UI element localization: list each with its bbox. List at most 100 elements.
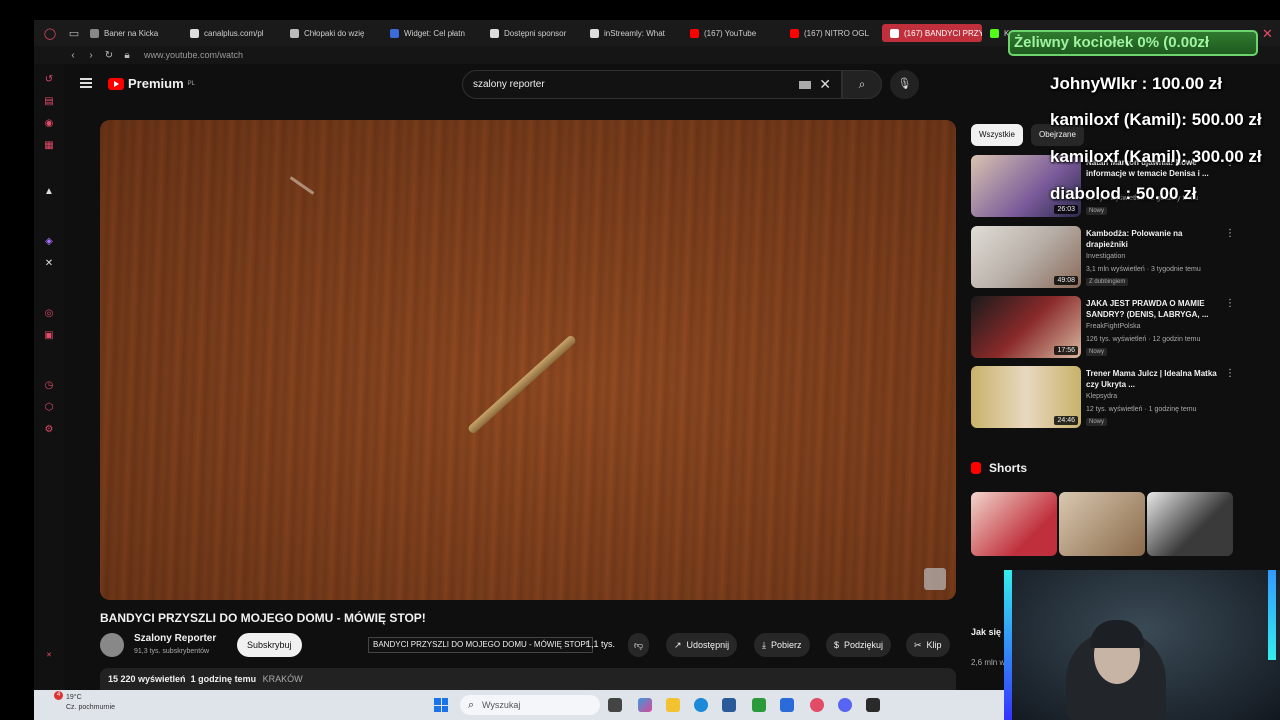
sidebar-twitch-icon[interactable]: ◈ [43, 236, 55, 248]
keyboard-icon[interactable] [799, 80, 812, 89]
tab-label: canalplus.com/pl [204, 28, 264, 38]
recommendation-channel[interactable]: Klepsydra [1086, 393, 1117, 400]
sidebar-news-icon[interactable]: ▦ [43, 140, 55, 152]
dislike-button[interactable]: 👎︎ [628, 633, 650, 657]
recommendation-title[interactable]: Kambodża: Polowanie na drapieżniki [1086, 228, 1226, 250]
tab-8-active[interactable]: (167) BANDYCI PRZY [882, 24, 982, 42]
clear-search-icon[interactable]: ✕ [819, 76, 831, 93]
dubbing-badge: Z dubbingiem [1086, 278, 1129, 286]
tab-4[interactable]: Dostępni sponsor [482, 20, 582, 46]
sidebar-messenger-icon[interactable]: ◉ [43, 118, 55, 130]
copilot-icon[interactable] [638, 698, 652, 712]
subscribe-button[interactable]: Subskrybuj [237, 633, 302, 657]
like-count[interactable]: 1,1 tys. [586, 639, 615, 649]
recommendation-item[interactable]: 17:56 JAKA JEST PRAWDA O MAMIE SANDRY? (… [971, 296, 1241, 360]
opera-logo-icon[interactable]: ◯ [42, 27, 58, 40]
tab-label: Widget: Cel płatn [404, 28, 465, 38]
thanks-button[interactable]: $ Podziękuj [826, 633, 892, 657]
chip-all[interactable]: Wszystkie [971, 124, 1023, 146]
tab-1[interactable]: canalplus.com/pl [182, 20, 282, 46]
recommendation-item[interactable]: 49:08 Kambodża: Polowanie na drapieżniki… [971, 226, 1241, 290]
tab-2[interactable]: Chłopaki do wzię [282, 20, 382, 46]
visual-studio-icon[interactable] [780, 698, 794, 712]
search-icon: ⌕ [858, 77, 866, 91]
store-icon[interactable] [722, 698, 736, 712]
voice-search-button[interactable]: 🎙︎ [890, 70, 919, 99]
search-input[interactable]: szalony reporter ✕ [462, 70, 842, 99]
recommendation-title[interactable]: Trener Mama Julcz | Idealna Matka czy Uk… [1086, 368, 1226, 390]
duration-badge: 17:56 [1054, 346, 1078, 355]
xbox-icon[interactable] [752, 698, 766, 712]
sidebar-history-icon[interactable]: ↺ [43, 74, 55, 86]
opera-sidebar: ↺ ▤ ◉ ▦ ▲ ◈ ✕ ◎ ▣ ◷ ⬡ ⚙ ✕ [34, 64, 64, 704]
share-icon: ↗ [674, 640, 682, 650]
tab-3[interactable]: Widget: Cel płatn [382, 20, 482, 46]
short-thumbnail[interactable] [1059, 492, 1145, 556]
more-options-icon[interactable]: ⋮ [1225, 228, 1235, 239]
video-thumbnail[interactable]: 24:46 [971, 366, 1081, 428]
shorts-icon [971, 462, 981, 474]
microphone-icon: 🎙︎ [897, 78, 912, 90]
menu-icon[interactable] [80, 78, 92, 88]
sidebar-wallet-icon[interactable]: ▤ [43, 96, 55, 108]
sidebar-settings-icon[interactable]: ⚙ [43, 424, 55, 436]
tab-label: Chłopaki do wzię [304, 28, 365, 38]
donation-entry: kamiloxf (Kamil): 500.00 zł [1050, 110, 1262, 129]
back-icon[interactable]: ‹ [64, 50, 82, 61]
location-tag[interactable]: KRAKÓW [263, 674, 303, 684]
more-options-icon[interactable]: ⋮ [1225, 298, 1235, 309]
share-button[interactable]: ↗ Udostępnij [666, 633, 738, 657]
taskbar-search[interactable]: Wyszukaj [460, 695, 600, 715]
title-tooltip: BANDYCI PRZYSZLI DO MOJEGO DOMU - MÓWIĘ … [368, 637, 593, 653]
tab-7[interactable]: (167) NITRO OGL [782, 20, 882, 46]
task-view-icon[interactable] [608, 698, 622, 712]
close-icon[interactable]: ✕ [1262, 26, 1273, 42]
notification-badge: 4 [54, 691, 63, 700]
sidebar-close-icon[interactable]: ✕ [43, 650, 55, 662]
sidebar-pinboard-icon[interactable]: ▣ [43, 330, 55, 342]
sidebar-player-icon[interactable]: ◎ [43, 308, 55, 320]
tab-favicon-icon [590, 28, 599, 38]
download-button[interactable]: ⤓ Pobierz [754, 633, 810, 657]
video-thumbnail[interactable]: 49:08 [971, 226, 1081, 288]
more-options-icon[interactable]: ⋮ [1225, 368, 1235, 379]
recommendation-channel[interactable]: Investigation [1086, 253, 1125, 260]
tab-6[interactable]: (167) YouTube [682, 20, 782, 46]
short-thumbnail[interactable] [1147, 492, 1233, 556]
recommendation-channel[interactable]: FreakFightPolska [1086, 323, 1140, 330]
url-field[interactable]: www.youtube.com/watch [144, 50, 243, 60]
search-value: szalony reporter [473, 79, 545, 90]
tab-0[interactable]: Baner na Kicka [82, 20, 182, 46]
start-icon[interactable] [434, 698, 448, 712]
short-thumbnail[interactable] [971, 492, 1057, 556]
discord-icon[interactable] [838, 698, 852, 712]
obs-icon[interactable] [866, 698, 880, 712]
youtube-logo[interactable]: Premium PL [108, 76, 195, 91]
clip-button[interactable]: ✂ Klip [906, 633, 950, 657]
sidebar-aria-icon[interactable]: ▲ [43, 186, 55, 198]
sidebar-extensions-icon[interactable]: ⬡ [43, 402, 55, 414]
donation-entry: diabolod : 50.00 zł [1050, 184, 1197, 203]
tab-favicon-icon [490, 28, 499, 38]
video-title: BANDYCI PRZYSZLI DO MOJEGO DOMU - MÓWIĘ … [100, 611, 426, 625]
recommendation-item[interactable]: 24:46 Trener Mama Julcz | Idealna Matka … [971, 366, 1241, 430]
tab-5[interactable]: inStreamly: What [582, 20, 682, 46]
upload-time: 1 godzinę temu [190, 674, 257, 684]
video-player[interactable] [100, 120, 956, 600]
search-button[interactable]: ⌕ [842, 70, 882, 99]
channel-avatar[interactable] [100, 633, 124, 657]
file-explorer-icon[interactable] [666, 698, 680, 712]
channel-watermark-icon[interactable] [924, 568, 946, 590]
opera-icon[interactable] [810, 698, 824, 712]
reload-icon[interactable]: ↻ [100, 50, 118, 61]
channel-name[interactable]: Szalony Reporter [134, 633, 216, 644]
forward-icon[interactable]: › [82, 50, 100, 61]
donation-entry: JohnyWlkr : 100.00 zł [1050, 74, 1222, 93]
video-thumbnail[interactable]: 17:56 [971, 296, 1081, 358]
weather-widget[interactable]: 4 19°C Cz. pochmurnie [46, 691, 115, 713]
sidebar-x-icon[interactable]: ✕ [43, 258, 55, 270]
recommendation-title[interactable]: JAKA JEST PRAWDA O MAMIE SANDRY? (DENIS,… [1086, 298, 1226, 320]
edge-icon[interactable] [694, 698, 708, 712]
tab-overview-icon[interactable]: ▭ [66, 27, 82, 40]
sidebar-clock-icon[interactable]: ◷ [43, 380, 55, 392]
